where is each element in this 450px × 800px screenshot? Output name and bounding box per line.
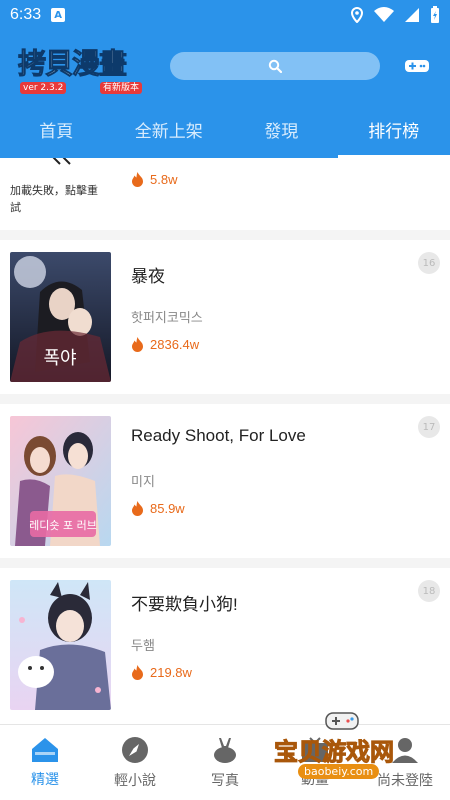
ranking-list[interactable]: 加載失敗，點擊重試 5.8w 폭야 暴夜 핫퍼지코믹스 2836.4w 16 레… (0, 158, 450, 724)
search-bar[interactable] (170, 52, 380, 80)
tab-ranking[interactable]: 排行榜 (337, 100, 450, 158)
nav-featured[interactable]: 精選 (0, 725, 90, 800)
nav-animation[interactable]: 動畫 (270, 725, 360, 800)
nav-label: 写真 (211, 772, 239, 789)
compass-icon (122, 736, 148, 763)
comic-author: 미지 (131, 475, 155, 490)
hot-value: 219.8w (150, 665, 192, 680)
status-bar: 6:33 A (0, 0, 450, 30)
cover-illustration (10, 580, 111, 710)
rank-badge: 16 (418, 252, 440, 274)
nav-label: 動畫 (301, 771, 329, 788)
gamepad-icon (405, 60, 429, 72)
comic-cover[interactable]: 레디숏 포 러브 (10, 416, 111, 546)
cover-logo-text: 레디숏 포 러브 (29, 519, 97, 532)
nav-label: 精選 (31, 771, 59, 788)
tv-icon (302, 736, 328, 762)
status-time: 6:33 (10, 6, 42, 23)
load-failed-text[interactable]: 加載失敗，點擊重試 (10, 182, 106, 216)
fire-icon (132, 172, 143, 187)
list-item[interactable]: 폭야 暴夜 핫퍼지코믹스 2836.4w 16 (0, 240, 450, 394)
nav-label: 尚未登陸 (377, 772, 433, 789)
signal-icon (405, 8, 419, 22)
comic-title[interactable]: 暴夜 (131, 262, 165, 287)
bottom-nav: 精選 輕小說 写真 動畫 尚未登陸 (0, 724, 450, 800)
version-badge: ver 2.3.2 (20, 82, 67, 94)
cover-logo-text: 폭야 (43, 348, 76, 369)
hot-count: 2836.4w (131, 337, 199, 352)
nav-label: 輕小說 (114, 772, 156, 789)
nav-light-novel[interactable]: 輕小說 (90, 725, 180, 800)
rank-badge: 18 (418, 580, 440, 602)
home-icon (32, 737, 58, 762)
fire-icon (132, 665, 143, 680)
logo-title: 拷貝漫畫 (18, 47, 128, 80)
list-item-partial[interactable]: 加載失敗，點擊重試 5.8w (0, 158, 450, 230)
cover-illustration: 폭야 (10, 252, 111, 382)
location-icon (350, 7, 364, 23)
nav-photos[interactable]: 写真 (180, 725, 270, 800)
hot-count: 85.9w (131, 501, 185, 516)
top-tabs: 首頁 全新上架 發現 排行榜 (0, 100, 450, 158)
rabbit-icon (214, 737, 236, 763)
new-version-badge[interactable]: 有新版本 (100, 82, 143, 94)
battery-icon (431, 6, 439, 23)
fire-icon (132, 501, 143, 516)
user-icon (392, 737, 418, 763)
hot-value: 5.8w (150, 172, 178, 187)
comic-cover[interactable]: 폭야 (10, 252, 111, 382)
tab-new-arrivals[interactable]: 全新上架 (113, 100, 226, 158)
gamepad-button[interactable] (402, 53, 432, 79)
cover-illustration: 레디숏 포 러브 (10, 416, 111, 546)
list-item[interactable]: 不要欺負小狗! 두햄 219.8w 18 (0, 568, 450, 724)
fire-icon (132, 337, 143, 352)
notification-a-icon: A (51, 8, 66, 22)
search-icon (268, 59, 282, 73)
tab-discover[interactable]: 發現 (225, 100, 338, 158)
hot-value: 2836.4w (150, 337, 200, 352)
app-logo[interactable]: 拷貝漫畫 ver 2.3.2 有新版本 (18, 47, 148, 94)
broken-image-icon (52, 158, 71, 165)
hot-value: 85.9w (150, 501, 185, 516)
hot-count: 5.8w (131, 172, 177, 187)
tab-home[interactable]: 首頁 (0, 100, 113, 158)
wifi-icon (374, 7, 394, 22)
comic-author: 두햄 (131, 639, 155, 654)
rank-badge: 17 (418, 416, 440, 438)
hot-count: 219.8w (131, 665, 192, 680)
comic-title[interactable]: 不要欺負小狗! (131, 590, 238, 615)
list-item[interactable]: 레디숏 포 러브 Ready Shoot, For Love 미지 85.9w … (0, 404, 450, 558)
comic-author: 핫퍼지코믹스 (131, 311, 203, 326)
nav-login[interactable]: 尚未登陸 (360, 725, 450, 800)
comic-cover[interactable] (10, 580, 111, 710)
app-bar: 拷貝漫畫 ver 2.3.2 有新版本 (0, 30, 450, 100)
comic-title[interactable]: Ready Shoot, For Love (131, 426, 306, 446)
